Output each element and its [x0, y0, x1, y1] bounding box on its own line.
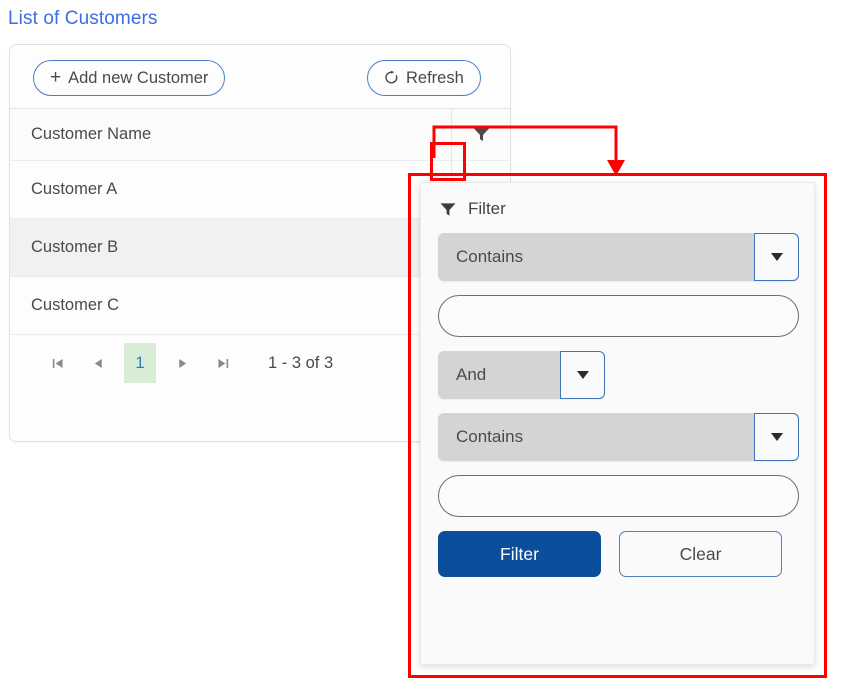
cell-customer-name: Customer A	[31, 180, 118, 198]
refresh-button[interactable]: Refresh	[367, 60, 481, 96]
column-header-customer-name: Customer Name	[31, 125, 152, 143]
filter-operator-1-select[interactable]: Contains	[438, 233, 799, 281]
column-divider	[451, 109, 452, 160]
chevron-down-icon[interactable]	[560, 351, 605, 399]
cell-customer-name: Customer B	[31, 238, 119, 256]
filter-operator-2-value: Contains	[456, 427, 524, 446]
pagination-range-text: 1 - 3 of 3	[268, 353, 334, 372]
add-new-customer-label: Add new Customer	[68, 68, 209, 87]
table-header-row: Customer Name	[10, 109, 510, 161]
previous-page-icon[interactable]	[78, 344, 118, 382]
chevron-down-icon[interactable]	[754, 233, 799, 281]
plus-icon: +	[50, 66, 62, 88]
column-filter-cell	[452, 127, 510, 142]
filter-panel-actions: Filter Clear	[438, 531, 797, 577]
filter-operator-2-select[interactable]: Contains	[438, 413, 799, 461]
add-new-customer-button[interactable]: + Add new Customer	[33, 60, 226, 96]
filter-panel-header: Filter	[438, 199, 797, 219]
filter-panel-title: Filter	[468, 199, 506, 218]
page-number-1[interactable]: 1	[124, 343, 156, 383]
cell-customer-name: Customer C	[31, 296, 120, 314]
filter-operator-1-value: Contains	[456, 247, 524, 266]
clear-filter-button[interactable]: Clear	[619, 531, 782, 577]
filter-value-2-input[interactable]	[438, 475, 799, 517]
filter-value-1-input[interactable]	[438, 295, 799, 337]
first-page-icon[interactable]	[38, 344, 78, 382]
funnel-icon	[440, 202, 456, 217]
last-page-icon[interactable]	[202, 344, 242, 382]
next-page-icon[interactable]	[162, 344, 202, 382]
refresh-label: Refresh	[406, 68, 464, 87]
funnel-icon[interactable]	[473, 127, 490, 142]
chevron-down-icon[interactable]	[754, 413, 799, 461]
apply-filter-button[interactable]: Filter	[438, 531, 601, 577]
filter-popup-panel: Filter Contains And Contains Filter Clea…	[420, 182, 815, 665]
filter-logic-value: And	[456, 365, 487, 384]
page-title: List of Customers	[8, 8, 158, 29]
refresh-icon	[384, 70, 399, 85]
grid-toolbar: + Add new Customer Refresh	[10, 45, 510, 109]
filter-logic-select[interactable]: And	[438, 351, 605, 399]
